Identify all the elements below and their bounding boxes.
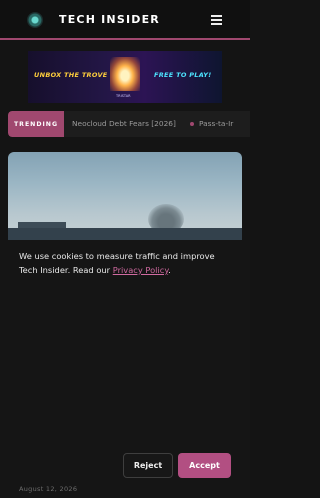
ad-right-text: FREE TO PLAY! bbox=[154, 71, 212, 79]
cookie-banner: We use cookies to measure traffic and im… bbox=[0, 240, 250, 498]
chest-burst-image bbox=[110, 57, 140, 91]
separator-dot-icon bbox=[190, 122, 194, 126]
cookie-message: We use cookies to measure traffic and im… bbox=[19, 249, 231, 277]
article-hero-image[interactable] bbox=[8, 152, 242, 242]
site-header: TECH INSIDER bbox=[0, 0, 250, 40]
logo-icon[interactable] bbox=[27, 12, 43, 28]
ad-banner[interactable]: UNBOX THE TROVE FREE TO PLAY! TRISTAR bbox=[28, 51, 222, 103]
article-date: August 12, 2026 bbox=[19, 485, 78, 493]
ad-small-text: TRISTAR bbox=[116, 94, 131, 98]
accept-button[interactable]: Accept bbox=[178, 453, 231, 478]
trending-item[interactable]: Neocloud Debt Fears [2026] bbox=[72, 119, 176, 128]
cookie-text-end: . bbox=[168, 265, 171, 275]
trending-label: TRENDING bbox=[8, 111, 64, 137]
ad-left-text: UNBOX THE TROVE bbox=[34, 71, 108, 79]
trending-bar: TRENDING Neocloud Debt Fears [2026] Pass… bbox=[8, 111, 250, 137]
trending-item[interactable]: Pass-ta-Ir bbox=[199, 119, 233, 128]
privacy-policy-link[interactable]: Privacy Policy bbox=[113, 265, 168, 275]
reject-button[interactable]: Reject bbox=[123, 453, 173, 478]
site-title[interactable]: TECH INSIDER bbox=[59, 13, 160, 26]
hamburger-menu-icon[interactable] bbox=[211, 15, 222, 25]
